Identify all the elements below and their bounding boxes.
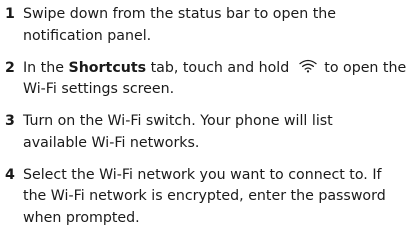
step-2: 2 In the Shortcuts tab, touch and hold t… [4,58,419,101]
step-text-line: In the Shortcuts tab, touch and hold to … [23,58,419,80]
step-text-line: Select the Wi-Fi network you want to con… [23,166,382,183]
step-number: 3 [5,113,15,129]
step-text: to open the [319,59,407,76]
step-text-line: the Wi-Fi network is encrypted, enter th… [23,188,386,204]
step-number: 2 [5,59,15,76]
instruction-page: 1 Swipe down from the status bar to open… [0,0,419,249]
step-text-line: available Wi-Fi networks. [23,134,200,151]
step-text-line: notification panel. [23,27,152,44]
step-text-line: Swipe down from the status bar to open t… [23,6,337,22]
step-text-line: Wi-Fi settings screen. [23,81,175,97]
step-1: 1 Swipe down from the status bar to open… [4,4,419,47]
step-text: tab, touch and hold [146,59,294,76]
wifi-icon [299,59,317,73]
step-number: 4 [5,166,15,183]
step-4: 4 Select the Wi-Fi network you want to c… [4,165,419,230]
shortcuts-tab-label: Shortcuts [68,59,147,76]
step-3: 3 Turn on the Wi-Fi switch. Your phone w… [4,111,419,154]
step-number: 1 [5,6,15,22]
step-text-line: Turn on the Wi-Fi switch. Your phone wil… [23,113,333,129]
step-text-line: when prompted. [23,209,140,226]
step-text: In the [23,59,69,76]
